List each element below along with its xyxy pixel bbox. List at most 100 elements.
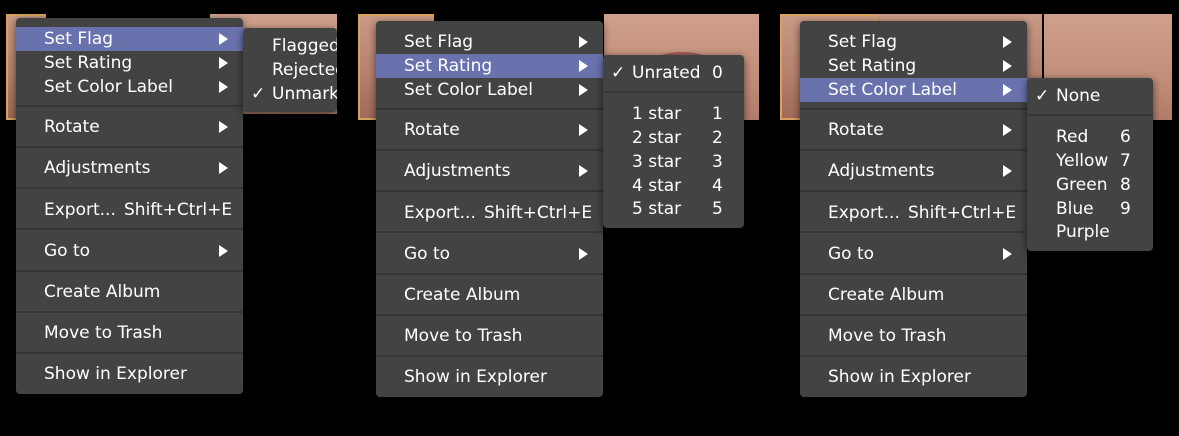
- menu-item-label: Adjustments: [44, 158, 151, 178]
- menu-item-create-album[interactable]: Create Album: [376, 283, 603, 307]
- color-option-green[interactable]: Green 8: [1027, 173, 1153, 197]
- chevron-right-icon: [1003, 36, 1012, 48]
- submenu-item-label: Green: [1056, 175, 1108, 195]
- chevron-right-icon: [219, 162, 228, 174]
- menu-item-label: Adjustments: [404, 161, 511, 181]
- menu-item-label: Set Rating: [828, 56, 917, 76]
- submenu-item-label: 3 star: [632, 152, 682, 172]
- chevron-right-icon: [1003, 84, 1012, 96]
- checkmark-icon: ✓: [251, 84, 266, 104]
- menu-item-label: Set Flag: [828, 32, 898, 52]
- chevron-right-icon: [579, 36, 588, 48]
- menu-item-export[interactable]: Export... Shift+Ctrl+E: [800, 201, 1027, 225]
- menu-item-label: Export...: [828, 203, 900, 223]
- menu-item-label: Rotate: [404, 120, 460, 140]
- menu-item-label: Go to: [44, 241, 91, 261]
- rating-option-4-star[interactable]: 4 star 4: [603, 174, 744, 198]
- menu-item-set-flag[interactable]: Set Flag: [376, 30, 603, 54]
- menu-item-set-color-label[interactable]: Set Color Label: [16, 75, 243, 99]
- menu-item-go-to[interactable]: Go to: [376, 242, 603, 266]
- menu-separator: [376, 231, 603, 233]
- menu-item-label: Set Rating: [44, 53, 133, 73]
- submenu-item-shortcut: 8: [1120, 175, 1131, 195]
- menu-item-show-in-explorer[interactable]: Show in Explorer: [376, 365, 603, 389]
- color-label-submenu: ✓ None Red 6 Yellow 7 Green 8 Blue 9 Purple: [1027, 78, 1153, 251]
- menu-separator: [800, 108, 1027, 110]
- flag-option-unmarked[interactable]: ✓ Unmarked: [243, 82, 337, 106]
- submenu-item-label: None: [1056, 86, 1101, 106]
- menu-separator: [603, 91, 744, 93]
- submenu-item-shortcut: 6: [1120, 127, 1131, 147]
- menu-item-move-to-trash[interactable]: Move to Trash: [800, 324, 1027, 348]
- menu-item-label: Move to Trash: [404, 326, 523, 346]
- context-menu: Set Flag Set Rating Set Color Label Rota…: [16, 18, 243, 394]
- context-menu: Set Flag Set Rating Set Color Label Rota…: [800, 21, 1027, 397]
- submenu-item-label: 4 star: [632, 176, 682, 196]
- menu-separator: [376, 190, 603, 192]
- menu-separator: [16, 228, 243, 230]
- menu-item-set-color-label[interactable]: Set Color Label: [800, 78, 1027, 102]
- menu-separator: [800, 314, 1027, 316]
- menu-item-set-rating[interactable]: Set Rating: [16, 51, 243, 75]
- color-option-yellow[interactable]: Yellow 7: [1027, 149, 1153, 173]
- menu-item-adjustments[interactable]: Adjustments: [800, 159, 1027, 183]
- menu-item-rotate[interactable]: Rotate: [800, 118, 1027, 142]
- menu-separator: [376, 355, 603, 357]
- rating-option-2-star[interactable]: 2 star 2: [603, 126, 744, 150]
- menu-item-move-to-trash[interactable]: Move to Trash: [16, 321, 243, 345]
- chevron-right-icon: [1003, 124, 1012, 136]
- rating-option-3-star[interactable]: 3 star 3: [603, 150, 744, 174]
- rating-option-5-star[interactable]: 5 star 5: [603, 197, 744, 221]
- color-option-red[interactable]: Red 6: [1027, 125, 1153, 149]
- submenu-item-shortcut: 7: [1120, 151, 1131, 171]
- menu-separator: [376, 314, 603, 316]
- menu-item-label: Show in Explorer: [404, 367, 547, 387]
- submenu-item-shortcut: 9: [1120, 199, 1131, 219]
- menu-item-label: Show in Explorer: [44, 364, 187, 384]
- submenu-item-shortcut: 4: [712, 176, 723, 196]
- menu-item-label: Move to Trash: [828, 326, 947, 346]
- menu-item-adjustments[interactable]: Adjustments: [16, 156, 243, 180]
- submenu-item-label: 1 star: [632, 104, 682, 124]
- rating-option-unrated[interactable]: ✓ Unrated 0: [603, 61, 744, 85]
- menu-item-set-rating[interactable]: Set Rating: [376, 54, 603, 78]
- rating-option-1-star[interactable]: 1 star 1: [603, 102, 744, 126]
- menu-item-move-to-trash[interactable]: Move to Trash: [376, 324, 603, 348]
- menu-separator: [800, 231, 1027, 233]
- chevron-right-icon: [219, 81, 228, 93]
- menu-item-label: Go to: [828, 244, 875, 264]
- menu-separator: [16, 311, 243, 313]
- menu-separator: [16, 105, 243, 107]
- chevron-right-icon: [219, 245, 228, 257]
- chevron-right-icon: [1003, 165, 1012, 177]
- color-option-none[interactable]: ✓ None: [1027, 84, 1153, 108]
- chevron-right-icon: [579, 124, 588, 136]
- menu-item-rotate[interactable]: Rotate: [16, 115, 243, 139]
- menu-item-set-rating[interactable]: Set Rating: [800, 54, 1027, 78]
- color-option-purple[interactable]: Purple: [1027, 220, 1153, 244]
- menu-item-rotate[interactable]: Rotate: [376, 118, 603, 142]
- color-option-blue[interactable]: Blue 9: [1027, 197, 1153, 221]
- menu-item-show-in-explorer[interactable]: Show in Explorer: [800, 365, 1027, 389]
- menu-item-set-color-label[interactable]: Set Color Label: [376, 78, 603, 102]
- menu-item-create-album[interactable]: Create Album: [800, 283, 1027, 307]
- context-menu: Set Flag Set Rating Set Color Label Rota…: [376, 21, 603, 397]
- menu-item-label: Rotate: [44, 117, 100, 137]
- checkmark-icon: ✓: [1035, 86, 1050, 106]
- menu-item-go-to[interactable]: Go to: [800, 242, 1027, 266]
- chevron-right-icon: [219, 57, 228, 69]
- menu-item-export[interactable]: Export... Shift+Ctrl+E: [16, 198, 243, 222]
- submenu-item-shortcut: 5: [712, 199, 723, 219]
- menu-item-adjustments[interactable]: Adjustments: [376, 159, 603, 183]
- menu-item-set-flag[interactable]: Set Flag: [16, 27, 243, 51]
- menu-item-export[interactable]: Export... Shift+Ctrl+E: [376, 201, 603, 225]
- menu-item-set-flag[interactable]: Set Flag: [800, 30, 1027, 54]
- menu-item-show-in-explorer[interactable]: Show in Explorer: [16, 362, 243, 386]
- menu-item-create-album[interactable]: Create Album: [16, 280, 243, 304]
- checkmark-icon: ✓: [611, 63, 626, 83]
- flag-option-flagged[interactable]: Flagged: [243, 34, 337, 58]
- menu-separator: [800, 355, 1027, 357]
- menu-item-go-to[interactable]: Go to: [16, 239, 243, 263]
- flag-option-rejected[interactable]: Rejected: [243, 58, 337, 82]
- menu-item-label: Set Color Label: [404, 80, 533, 100]
